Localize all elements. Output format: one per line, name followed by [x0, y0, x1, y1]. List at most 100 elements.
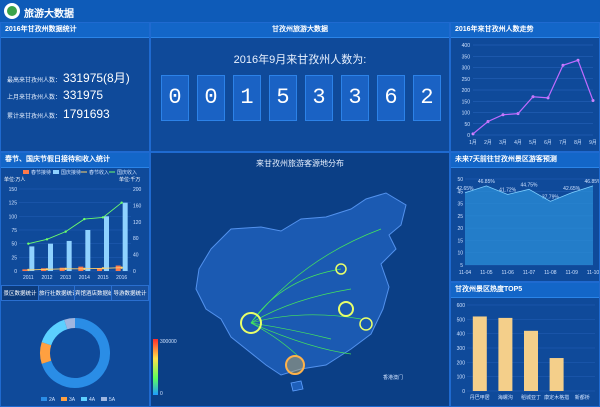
holiday-panel: 春节、国庆节假日接待和收入统计 单位:万人 单位:千万 春节接待 国庆接待 春节…	[0, 152, 150, 407]
x-tick-label: 丹巴甲居	[470, 395, 490, 401]
x-tick-label: 7月	[559, 140, 567, 146]
x-tick-label: 2012	[41, 275, 52, 281]
y2-tick-label: 0	[133, 269, 136, 275]
x-tick-label: 6月	[544, 140, 552, 146]
y-tick-label: 600	[457, 303, 466, 309]
x-tick-label: 2015	[97, 275, 108, 281]
x-tick-label: 8月	[574, 140, 582, 146]
national-visitors-bar	[104, 216, 109, 271]
donut-legend-label: 2A	[49, 397, 56, 403]
tab-scenic-stats[interactable]: 景区数据统计	[1, 285, 39, 301]
y-tick-label: 50	[464, 122, 470, 128]
y2-tick-label: 40	[133, 253, 139, 259]
x-tick-label: 康定木格措	[544, 394, 569, 401]
x-tick-label: 稻城亚丁	[521, 394, 541, 401]
trend-line	[472, 59, 594, 135]
app-logo-icon	[4, 3, 20, 19]
holiday-right-unit: 单位:千万	[119, 176, 140, 183]
top5-panel: 甘孜州景区热度TOP5 600 500 400 300 200 100 0 丹巴甲居 海螺沟 稻城…	[450, 282, 600, 407]
legend-label: 春节接待	[31, 169, 51, 176]
forecast-panel: 未来7天前往甘孜州景区游客预测 50 45 35 25 20 15 10 5 11-04 42.6…	[450, 152, 600, 282]
visitor-headline: 2016年9月来甘孜州人数为:	[233, 54, 367, 66]
data-tabs: 景区数据统计 旅行社数据统计 宾馆酒店数据统计 导游数据统计	[1, 285, 149, 301]
donut-legend-swatch	[61, 397, 67, 401]
donut-slice	[64, 318, 76, 330]
forecast-area-chart: 50453525201510511-0442.65%11-0546.85%11-…	[457, 177, 599, 276]
data-label: 46.85%	[585, 179, 599, 185]
x-tick-label: 4月	[514, 140, 522, 146]
y-tick-label: 400	[457, 332, 466, 338]
x-tick-label: 11-06	[501, 270, 514, 276]
map-panel: 来甘孜州旅游客源地分布 香港澳门 300000 0	[150, 152, 450, 407]
tab-guide-stats[interactable]: 导游数据统计	[111, 285, 149, 301]
national-visitors-bar	[85, 230, 91, 271]
y2-tick-label: 120	[133, 220, 142, 226]
x-tick-label: 5月	[529, 140, 537, 146]
x-tick-label: 1月	[469, 140, 477, 146]
counter-digit: 1	[233, 75, 261, 121]
y2-tick-label: 80	[133, 236, 139, 242]
y-tick-label: 50	[457, 177, 463, 183]
x-tick-label: 2016	[116, 275, 127, 281]
x-tick-label: 海螺沟	[498, 394, 513, 401]
donut-legend-label: 5A	[109, 397, 116, 403]
y-tick-label: 0	[14, 269, 17, 275]
x-tick-label: 11-08	[544, 270, 557, 276]
data-label: 46.85%	[478, 179, 496, 185]
hainan-island	[290, 380, 304, 392]
y-tick-label: 200	[457, 360, 466, 366]
y-tick-label: 250	[462, 77, 471, 83]
x-tick-label: 9月	[589, 140, 597, 146]
legend-gradient-bar	[153, 339, 158, 395]
spring-visitors-bar	[22, 269, 28, 271]
y-tick-label: 500	[457, 317, 466, 323]
top5-bar	[498, 317, 513, 391]
china-map[interactable]: 香港澳门 300000 0	[151, 169, 449, 405]
x-tick-label: 11-09	[565, 270, 578, 276]
y-tick-label: 100	[457, 375, 466, 381]
holiday-bar-chart: 单位:万人 单位:千万 春节接待 国庆接待 春节收入 国庆收入 150 125 10…	[4, 169, 142, 281]
x-tick-label: 3月	[499, 140, 507, 146]
holiday-panel-title: 春节、国庆节假日接待和收入统计	[1, 153, 149, 168]
holiday-legend: 春节接待 国庆接待 春节收入 国庆收入	[23, 169, 137, 176]
forecast-panel-title: 未来7天前往甘孜州景区游客预测	[451, 153, 599, 168]
y-tick-label: 350	[462, 54, 471, 60]
trend-panel-title: 2016年来甘孜州人数走势	[451, 23, 599, 38]
tab-travel-agency-stats[interactable]: 旅行社数据统计	[38, 285, 75, 301]
counter-digit: 5	[269, 75, 297, 121]
counter-digit: 0	[161, 75, 189, 121]
top-bar: 旅游大数据	[0, 0, 600, 23]
y-tick-label: 10	[457, 251, 463, 257]
x-tick-label: 2月	[484, 140, 492, 146]
tab-hotel-stats[interactable]: 宾馆酒店数据统计	[74, 285, 112, 301]
counter-digit: 3	[305, 75, 333, 121]
top5-bar	[524, 330, 538, 391]
y-tick-label: 125	[9, 201, 18, 207]
y-tick-label: 35	[457, 202, 463, 208]
y-tick-label: 200	[462, 88, 471, 94]
y-tick-label: 25	[11, 255, 17, 261]
y-tick-label: 0	[467, 133, 470, 139]
data-label: 44.75%	[521, 182, 539, 188]
top5-bar	[549, 358, 564, 391]
y-tick-label: 5	[460, 263, 463, 269]
legend-label: 国庆接待	[61, 169, 81, 176]
legend-label: 春节收入	[89, 169, 109, 176]
x-tick-label: 2013	[60, 275, 71, 281]
hotspot-marker	[285, 355, 305, 375]
y-tick-label: 75	[11, 228, 17, 234]
china-outline	[195, 192, 407, 376]
map-title: 来甘孜州旅游客源地分布	[256, 159, 344, 168]
top5-bar-chart: 600 500 400 300 200 100 0 丹巴甲居 海螺沟 稻城亚丁 康定木格措 新都桥	[457, 303, 595, 401]
y-tick-label: 150	[462, 99, 471, 105]
donut-slice	[41, 319, 68, 346]
trend-line-chart: 400 350 300 250 200 150 100 50 01月 2月 3月 4月 5月 6月 7月 8月…	[462, 43, 597, 146]
stats-panel: 2016年甘孜州数据统计 最高来甘孜州人数： 331975(8月) 上月来甘孜州人…	[0, 22, 150, 152]
center-panel-title: 甘孜州旅游大数据	[151, 23, 449, 38]
center-counter-panel: 甘孜州旅游大数据 2016年9月来甘孜州人数为: 0 0 1 5 3 3 6 2	[150, 22, 450, 152]
legend-label: 国庆收入	[117, 169, 137, 176]
y-tick-label: 400	[462, 43, 471, 49]
x-tick-label: 11-07	[523, 270, 536, 276]
map-region-note: 香港澳门	[383, 374, 403, 381]
y-tick-label: 150	[9, 187, 18, 193]
